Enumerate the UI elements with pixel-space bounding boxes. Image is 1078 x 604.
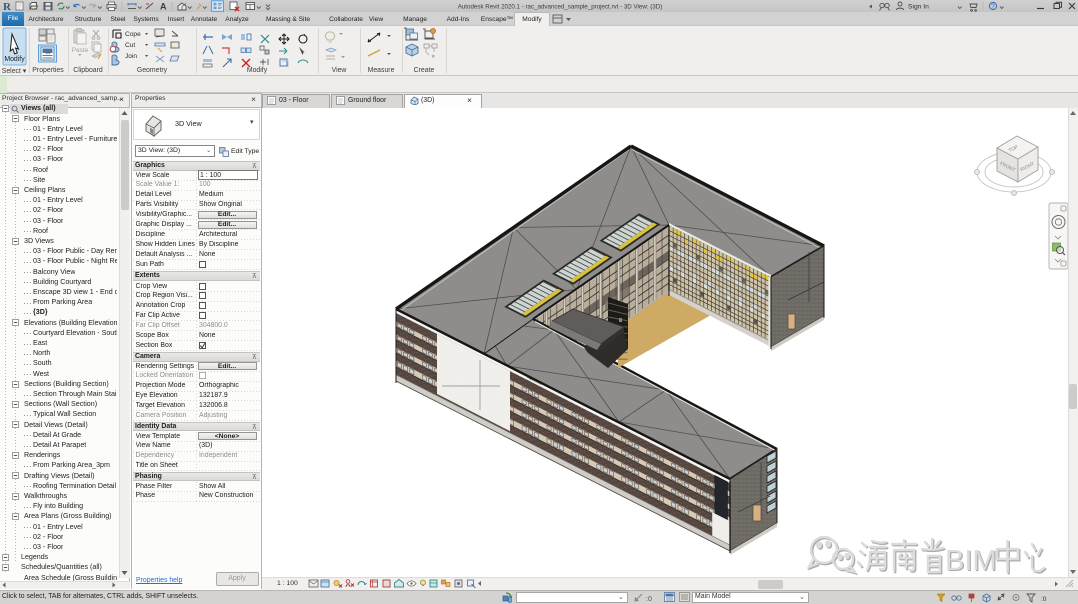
svg-text::0: :0 — [1041, 596, 1047, 603]
svg-text::0: :0 — [646, 596, 652, 603]
svg-text:BIM: BIM — [945, 545, 997, 577]
